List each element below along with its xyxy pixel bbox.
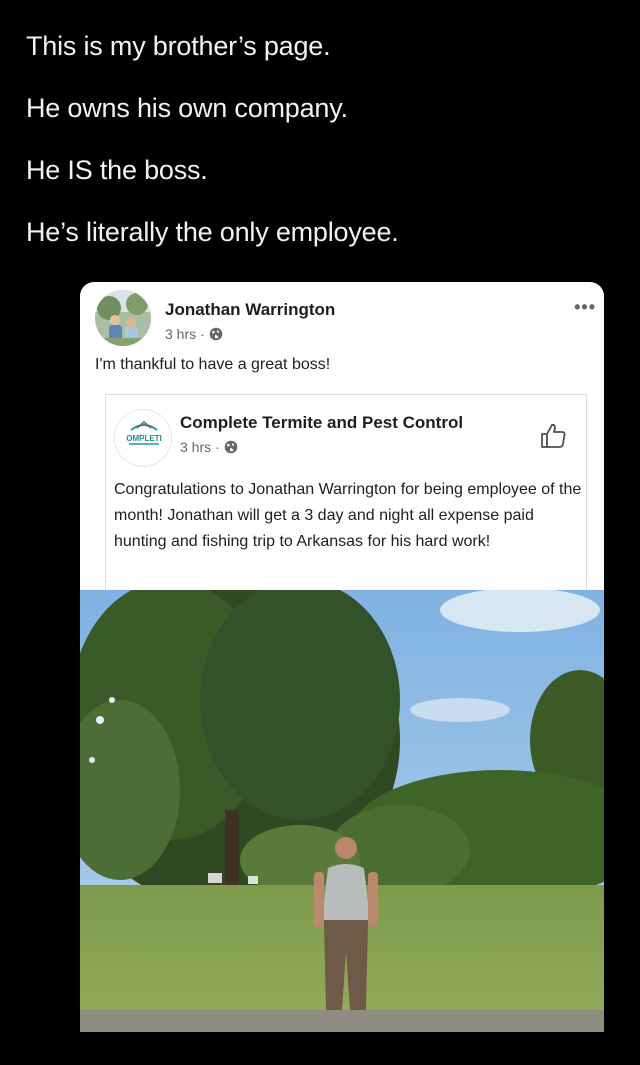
shared-post: OMPLETI Complete Termite and Pest Contro… — [105, 394, 587, 594]
caption-line: He IS the boss. — [26, 155, 208, 185]
post-text: I'm thankful to have a great boss! — [95, 356, 331, 373]
post-time[interactable]: 3 hrs — [165, 326, 196, 342]
post-header: Jonathan Warrington 3 hrs · ••• — [95, 290, 604, 350]
more-options-icon[interactable]: ••• — [574, 298, 596, 316]
caption-line: This is my brother’s page. — [26, 31, 331, 61]
shared-post-meta: 3 hrs · — [180, 439, 238, 455]
post-photo[interactable] — [80, 590, 604, 1032]
thumbs-up-icon[interactable] — [538, 421, 568, 451]
caption-line: He owns his own company. — [26, 93, 348, 123]
caption-line: He’s literally the only employee. — [26, 217, 399, 247]
meta-separator: · — [215, 439, 220, 455]
post-meta: 3 hrs · — [165, 326, 223, 342]
caption-text: This is my brother’s page. He owns his o… — [26, 30, 399, 278]
avatar[interactable] — [95, 290, 151, 346]
meta-separator: · — [200, 326, 205, 342]
globe-icon — [224, 440, 238, 454]
logo-text: OMPLETI — [126, 434, 162, 443]
shared-post-text: Congratulations to Jonathan Warrington f… — [114, 481, 582, 550]
page-logo[interactable]: OMPLETI — [114, 409, 172, 467]
facebook-post: Jonathan Warrington 3 hrs · ••• I'm than… — [80, 282, 604, 1032]
page-name[interactable]: Complete Termite and Pest Control — [180, 413, 463, 433]
shared-post-time[interactable]: 3 hrs — [180, 439, 211, 455]
author-name[interactable]: Jonathan Warrington — [165, 300, 335, 320]
globe-icon — [209, 327, 223, 341]
